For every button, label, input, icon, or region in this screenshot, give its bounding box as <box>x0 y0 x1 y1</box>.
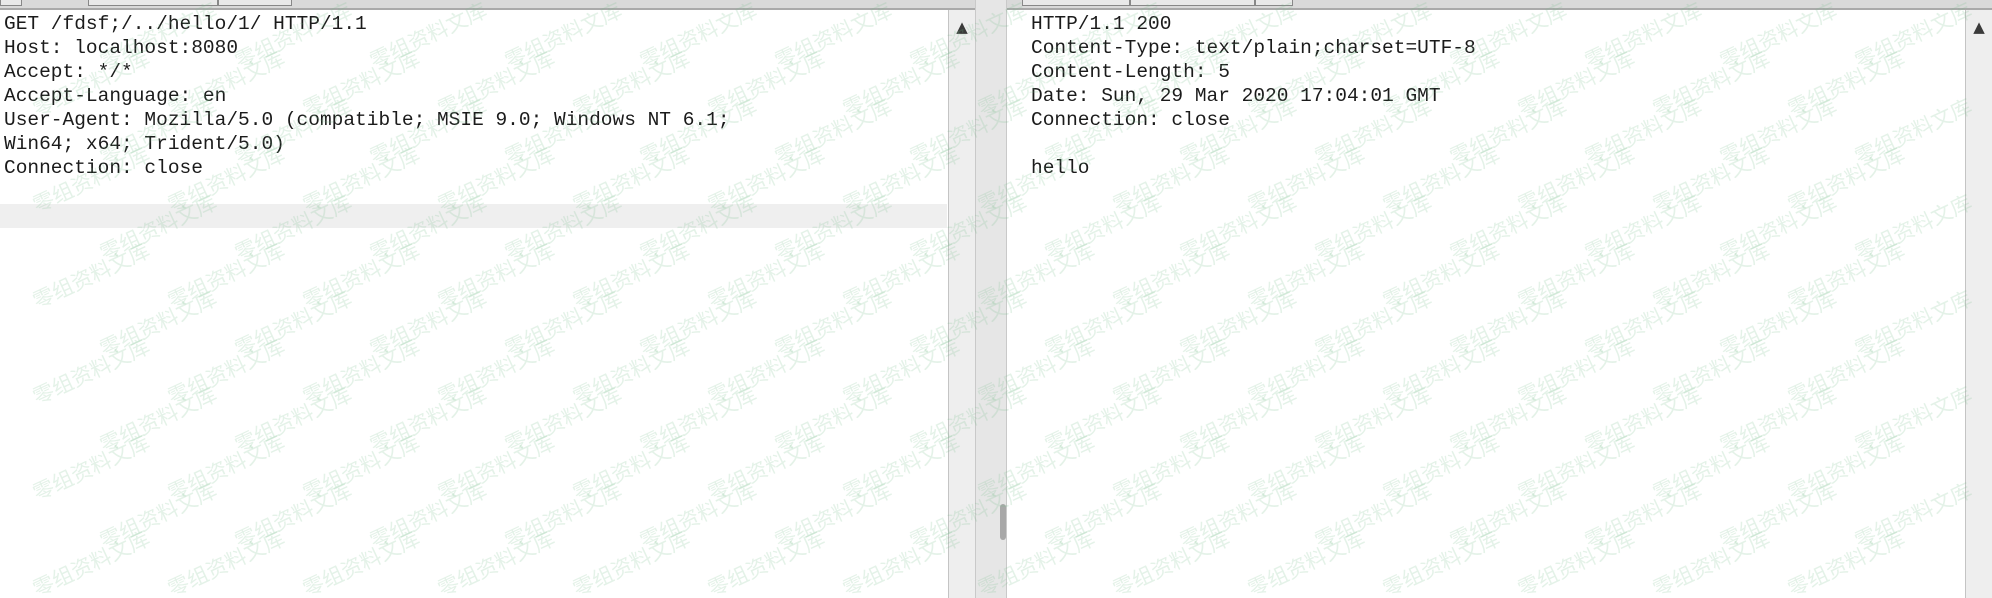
request-text[interactable]: GET /fdsf;/../hello/1/ HTTP/1.1 Host: lo… <box>0 10 947 180</box>
http-message-viewer: GET /fdsf;/../hello/1/ HTTP/1.1 Host: lo… <box>0 0 1992 598</box>
triangle-up-icon: ▲ <box>1973 18 1985 36</box>
response-line: Content-Length: 5 <box>1031 61 1230 83</box>
response-line: Content-Type: text/plain;charset=UTF-8 <box>1031 37 1476 59</box>
pane-splitter[interactable] <box>975 0 1007 598</box>
splitter-grip-handle[interactable] <box>1000 504 1006 540</box>
response-tab-strip <box>1007 0 1992 10</box>
response-line: HTTP/1.1 200 <box>1031 13 1172 35</box>
response-line: Date: Sun, 29 Mar 2020 17:04:01 GMT <box>1031 85 1441 107</box>
request-line: GET /fdsf;/../hello/1/ HTTP/1.1 <box>4 13 367 35</box>
request-scrollbar[interactable]: ▲ <box>948 10 975 598</box>
response-line: Connection: close <box>1031 109 1230 131</box>
request-tab-stub[interactable] <box>0 0 22 6</box>
response-pane[interactable]: HTTP/1.1 200 Content-Type: text/plain;ch… <box>1027 10 1964 598</box>
request-line: User-Agent: Mozilla/5.0 (compatible; MSI… <box>4 109 730 131</box>
response-scrollbar[interactable]: ▲ <box>1965 10 1992 598</box>
scroll-up-button[interactable]: ▲ <box>949 16 975 38</box>
request-pane[interactable]: GET /fdsf;/../hello/1/ HTTP/1.1 Host: lo… <box>0 10 947 598</box>
request-tab-stub[interactable] <box>88 0 218 6</box>
request-line: Win64; x64; Trident/5.0) <box>4 133 285 155</box>
scroll-up-button[interactable]: ▲ <box>1966 16 1992 38</box>
response-text[interactable]: HTTP/1.1 200 Content-Type: text/plain;ch… <box>1027 10 1964 180</box>
response-line: hello <box>1031 157 1090 179</box>
response-tab-stub[interactable] <box>1022 0 1130 6</box>
current-line-highlight <box>0 204 947 228</box>
response-tab-stub[interactable] <box>1130 0 1255 6</box>
request-tab-stub[interactable] <box>218 0 292 6</box>
request-line: Host: localhost:8080 <box>4 37 239 59</box>
request-line: Accept-Language: en <box>4 85 227 107</box>
response-tab-stub[interactable] <box>1255 0 1293 6</box>
request-tab-strip <box>0 0 975 10</box>
request-line: Connection: close <box>4 157 203 179</box>
request-line: Accept: */* <box>4 61 133 83</box>
triangle-up-icon: ▲ <box>956 18 968 36</box>
